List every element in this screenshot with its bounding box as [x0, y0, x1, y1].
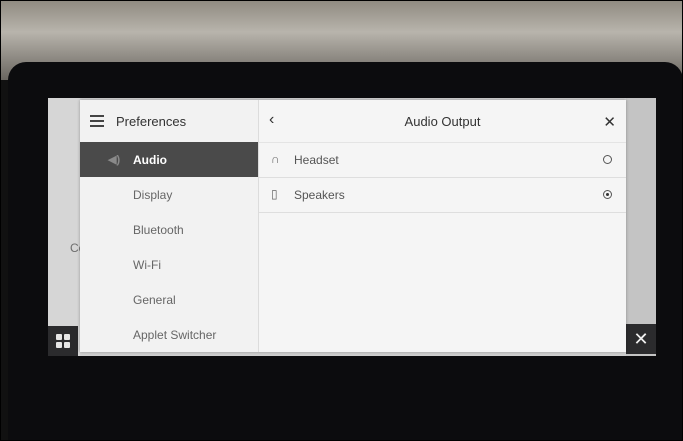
panel-header: ‹ Audio Output ✕ — [259, 100, 626, 142]
radio-button[interactable] — [603, 155, 612, 164]
sidebar-item-wifi[interactable]: Wi-Fi — [80, 247, 258, 282]
sidebar-title: Preferences — [116, 113, 187, 129]
option-speakers[interactable]: ▯ Speakers — [259, 178, 626, 213]
option-label: Speakers — [294, 188, 345, 202]
sidebar-item-label: General — [133, 292, 176, 307]
close-icon[interactable]: ✕ — [603, 113, 616, 131]
taskbar-close-button[interactable]: ✕ — [626, 324, 656, 354]
sidebar-item-label: Audio — [133, 152, 167, 167]
headphones-icon: ∩ — [271, 152, 280, 166]
close-icon: ✕ — [633, 328, 649, 349]
sidebar-item-audio[interactable]: ◀) Audio — [80, 142, 258, 177]
preferences-sidebar: Preferences ◀) Audio Display Bluetooth W… — [80, 100, 259, 352]
panel-title: Audio Output — [404, 114, 481, 129]
audio-output-panel: ‹ Audio Output ✕ ∩ Headset ▯ Speakers — [259, 100, 626, 352]
preferences-dialog: Preferences ◀) Audio Display Bluetooth W… — [80, 100, 626, 352]
speaker-icon: ▯ — [271, 187, 278, 201]
sidebar-item-label: Display — [133, 187, 173, 202]
sidebar-item-display[interactable]: Display — [80, 177, 258, 212]
option-headset[interactable]: ∩ Headset — [259, 142, 626, 178]
sidebar-item-label: Bluetooth — [133, 222, 184, 237]
speaker-icon: ◀) — [108, 154, 121, 166]
settings-sliders-icon — [90, 114, 106, 128]
app-grid-icon — [56, 334, 70, 348]
sidebar-item-bluetooth[interactable]: Bluetooth — [80, 212, 258, 247]
radio-button-selected[interactable] — [603, 190, 612, 199]
sidebar-header: Preferences — [80, 100, 258, 142]
option-label: Headset — [294, 153, 339, 167]
sidebar-item-applet-switcher[interactable]: Applet Switcher — [80, 317, 258, 352]
sidebar-item-label: Applet Switcher — [133, 327, 217, 342]
app-grid-button[interactable] — [48, 326, 78, 356]
sidebar-item-general[interactable]: General — [80, 282, 258, 317]
sidebar-item-label: Wi-Fi — [133, 257, 161, 272]
